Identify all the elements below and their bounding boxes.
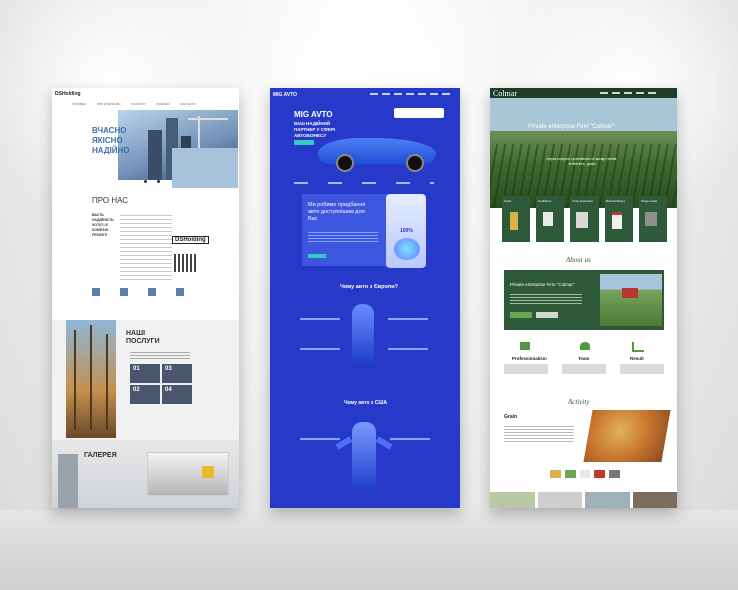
building-sketch (174, 254, 196, 272)
chart-icon (632, 342, 644, 352)
gallery-title: ГАЛЕРЕЯ (84, 452, 117, 459)
badge-percent: 100% (400, 228, 413, 234)
section-usa-title: Чому авто з США (344, 400, 388, 406)
services-worker-photo (66, 320, 116, 438)
about-script: About us (566, 256, 591, 264)
service-tile[interactable]: 01 (130, 364, 160, 383)
activity-script: Activity (568, 398, 590, 406)
offer-title: Ми робимо придбання авто доступнішим для… (308, 202, 366, 222)
about-tractor-image (600, 274, 662, 326)
team-icon (580, 342, 590, 350)
hero-title: MIG AVTO (294, 110, 333, 119)
category-card[interactable]: Microfertilizers (604, 196, 633, 242)
gallery-strip (490, 492, 677, 508)
about-button-primary[interactable] (510, 312, 532, 318)
grain-title: Grain (504, 414, 518, 420)
hero-cta-button[interactable] (294, 140, 314, 145)
nav-item[interactable]: ГАЛЕРЕЯ (156, 102, 170, 106)
nav-item[interactable]: ПРО КОМПАНІЮ (97, 102, 121, 106)
floor (0, 510, 738, 590)
about-title: ПРО НАС (92, 196, 129, 205)
mockup-migavto: MIG AVTO MIG AVTO ВАШ НАДІЙНИЙ ПАРТНЕР У… (270, 88, 460, 508)
hero-title: Private enterprise Firm "Colmar" (528, 124, 614, 130)
feature-title: Result (630, 356, 644, 361)
hero-title: ВЧАСНО ЯКІСНО НАДІЙНО (92, 126, 130, 155)
logo: MIG AVTO (273, 92, 298, 98)
category-card[interactable]: Crop protection (570, 196, 599, 242)
top-nav[interactable] (600, 92, 660, 94)
about-title: Private enterprise Firm "Colmar" (510, 282, 575, 287)
feature-icons (92, 288, 202, 298)
hero-subtitle: import-export operations of scrap metal,… (546, 156, 618, 166)
hero-subtitle: ВАШ НАДІЙНИЙ ПАРТНЕР У СФЕРІ АВТОБІЗНЕСУ (294, 121, 336, 138)
activity-icons (550, 470, 620, 478)
category-card[interactable]: Fertilizers (536, 196, 565, 242)
top-nav[interactable] (370, 93, 450, 95)
about-logo: DSHolding (172, 236, 209, 244)
handshake-icon (520, 342, 530, 350)
service-tile[interactable]: 02 (130, 385, 160, 404)
feature-title: Professionalism (512, 356, 547, 361)
category-cards: Grain Fertilizers Crop protection Microf… (502, 196, 668, 242)
category-card[interactable]: Scrap metal (638, 196, 668, 242)
services-title: НАШІ ПОСЛУГИ (126, 330, 160, 345)
gallery-section (52, 440, 239, 508)
nav-item[interactable]: ГОЛОВНА (72, 102, 86, 106)
about-lead: ВАСТЬ НАДІЙНІСТЬ ХОТІЛ І Б КОМПАНІ ПРОЕК… (92, 213, 114, 237)
car-open-doors (352, 422, 376, 492)
car-top-view (352, 304, 374, 366)
mockup-colmar: Colmar Private enterprise Firm "Colmar" … (490, 88, 677, 508)
category-card[interactable]: Grain (502, 196, 531, 242)
feature-title: Team (578, 356, 590, 361)
service-tile[interactable]: 04 (162, 385, 192, 404)
service-tile[interactable]: 03 (162, 364, 192, 383)
hero-accent-block (172, 148, 238, 188)
offer-button[interactable] (308, 254, 326, 258)
contact-card (394, 108, 444, 118)
hero-field-image (490, 98, 677, 208)
section-europe-title: Чому авто з Європи? (340, 284, 398, 290)
nav-item[interactable]: ПОСЛУГИ (131, 102, 145, 106)
top-nav: ГОЛОВНА ПРО КОМПАНІЮ ПОСЛУГИ ГАЛЕРЕЯ КОН… (72, 92, 202, 110)
nav-item[interactable]: КОНТАКТИ (180, 102, 196, 106)
grain-image (583, 410, 671, 462)
mockup-dsholding: DSHolding ГОЛОВНА ПРО КОМПАНІЮ ПОСЛУГИ Г… (52, 88, 239, 508)
services-grid: 01 03 02 04 (130, 364, 192, 404)
about-text-block (120, 212, 172, 282)
about-button-secondary[interactable] (536, 312, 558, 318)
logo: Colmar (493, 89, 517, 98)
